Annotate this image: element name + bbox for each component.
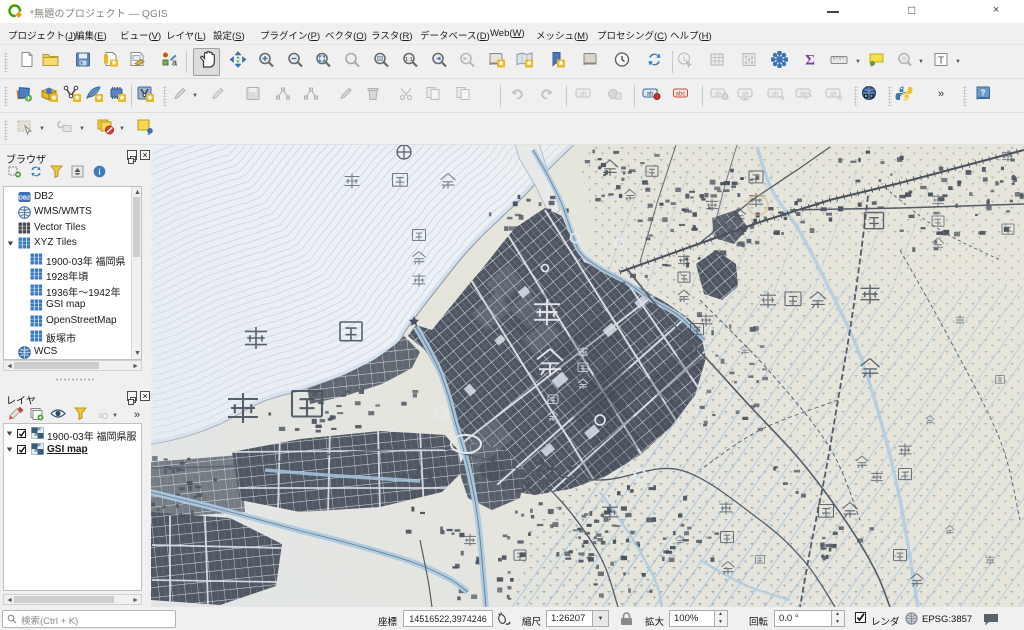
- svg-text:i: i: [683, 54, 685, 63]
- svg-text:ab: ab: [772, 91, 779, 97]
- svg-text:ab: ab: [715, 91, 722, 97]
- svg-text:T: T: [938, 55, 944, 66]
- svg-text:1:1: 1:1: [405, 57, 413, 63]
- svg-text:ab: ab: [742, 91, 749, 97]
- svg-text:ab: ab: [647, 91, 654, 97]
- svg-text:DB2: DB2: [19, 196, 30, 202]
- svg-text:Σ: Σ: [805, 52, 815, 67]
- svg-text:ab: ab: [830, 91, 837, 97]
- svg-text:ab: ab: [580, 91, 587, 97]
- svg-text:a: a: [172, 57, 177, 67]
- svg-text:abc: abc: [676, 91, 686, 97]
- svg-text:?: ?: [981, 88, 986, 97]
